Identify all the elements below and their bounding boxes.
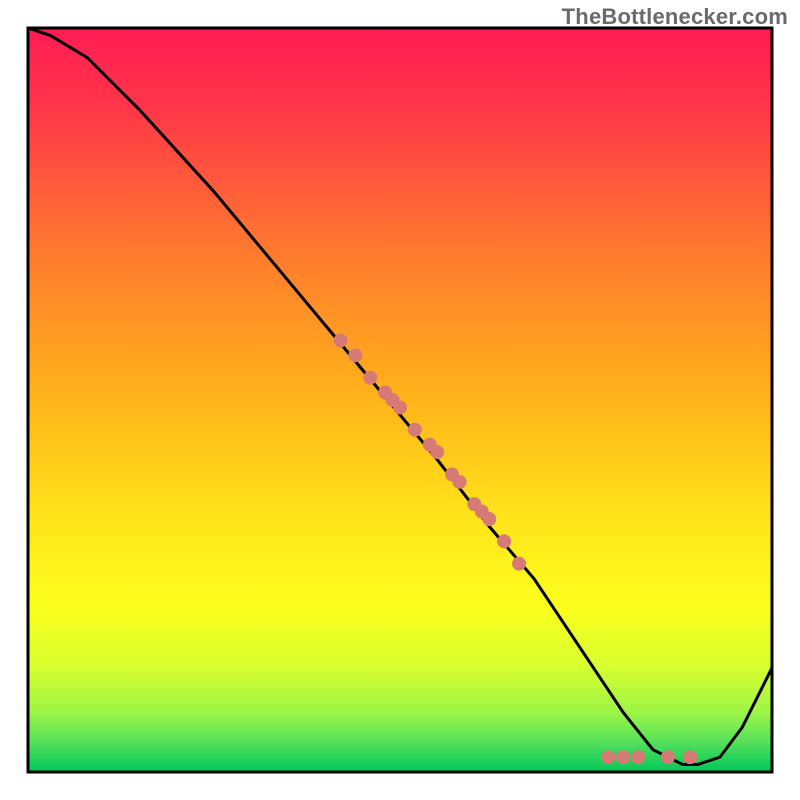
chart-svg: [0, 0, 800, 800]
data-point: [601, 750, 615, 764]
data-point: [408, 423, 422, 437]
data-point: [348, 348, 362, 362]
plot-background: [28, 28, 772, 772]
data-point: [430, 445, 444, 459]
data-point: [393, 400, 407, 414]
data-point: [453, 475, 467, 489]
data-point: [683, 750, 697, 764]
data-point: [482, 512, 496, 526]
data-point: [616, 750, 630, 764]
data-point: [497, 534, 511, 548]
plot-area: [28, 28, 772, 772]
data-point: [631, 750, 645, 764]
data-point: [512, 557, 526, 571]
data-point: [363, 371, 377, 385]
chart-container: TheBottlenecker.com: [0, 0, 800, 800]
data-point: [333, 333, 347, 347]
data-point: [661, 750, 675, 764]
